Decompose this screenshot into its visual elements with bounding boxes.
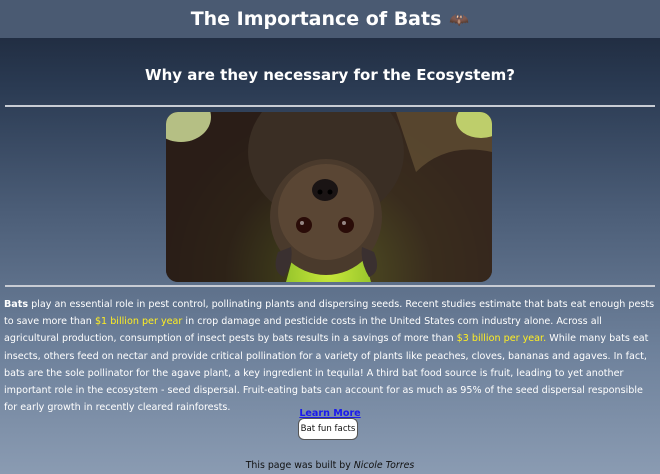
footer-prefix: This page was built by — [245, 460, 354, 471]
bats-paragraph: Bats play an essential role in pest cont… — [4, 296, 656, 416]
page-title: The Importance of Bats — [190, 8, 442, 30]
bat-photo — [166, 112, 492, 282]
divider-top — [5, 105, 655, 107]
highlight-1-billion: $1 billion per year — [94, 316, 183, 328]
footer-author: Nicole Torres — [353, 460, 415, 471]
divider-bottom — [5, 285, 655, 287]
bats-lead: Bats — [4, 299, 29, 310]
highlight-3-billion: $3 billion per year. — [456, 333, 547, 345]
page-footer: This page was built by Nicole Torres — [0, 460, 660, 471]
page-header: The Importance of Bats 🦇 — [0, 0, 660, 38]
bat-fun-facts-button[interactable]: Bat fun facts — [298, 418, 358, 440]
section-subtitle: Why are they necessary for the Ecosystem… — [145, 66, 515, 84]
bat-emoji-icon: 🦇 — [449, 9, 470, 29]
